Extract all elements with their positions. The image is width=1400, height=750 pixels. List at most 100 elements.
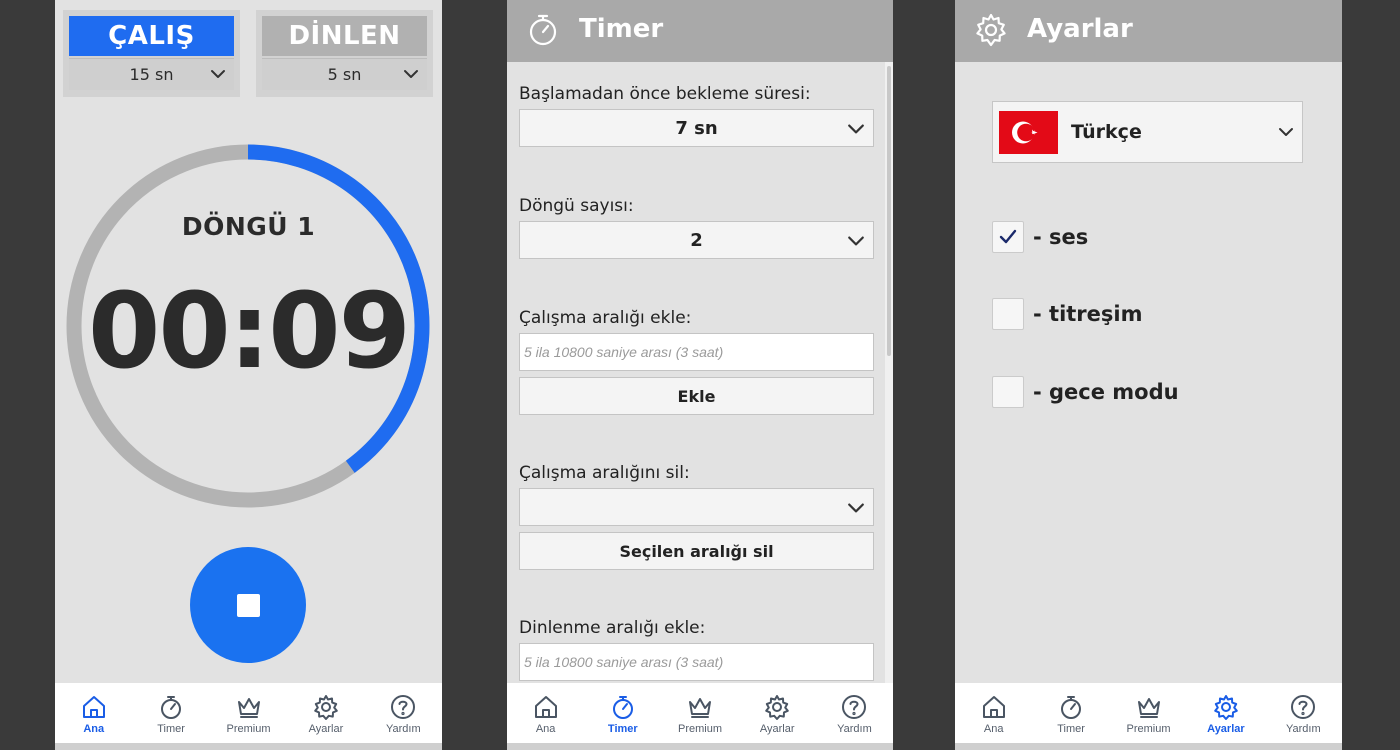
- bottom-bar: [55, 743, 442, 750]
- remove-work-select[interactable]: [519, 488, 874, 526]
- option-label: - titreşim: [1033, 302, 1143, 326]
- countdown-time: 00:09: [87, 270, 411, 392]
- option-row[interactable]: - ses: [992, 221, 1088, 253]
- help-icon: [842, 695, 867, 719]
- nav-label: Yardım: [1286, 723, 1321, 735]
- chevron-down-icon: [211, 70, 225, 78]
- scrollbar-thumb[interactable]: [887, 66, 891, 356]
- nav-item-help[interactable]: Yardım: [1265, 683, 1342, 743]
- bottom-bar: [507, 743, 893, 750]
- stopwatch-icon: [529, 14, 557, 46]
- nav-item-help[interactable]: Yardım: [816, 683, 893, 743]
- nav-label: Ayarlar: [759, 723, 795, 735]
- nav-item-crown[interactable]: Premium: [210, 683, 287, 743]
- main-screen: ÇALIŞ 15 sn DİNLEN 5 sn DÖNGÜ 1 00:09 An…: [55, 0, 442, 750]
- cycle-count-select[interactable]: 2: [519, 221, 874, 259]
- work-duration-select[interactable]: 15 sn: [69, 58, 234, 90]
- page-title: Timer: [579, 14, 664, 44]
- rest-duration-select[interactable]: 5 sn: [262, 58, 427, 90]
- add-work-label: Çalışma aralığı ekle:: [519, 308, 692, 328]
- option-checkbox[interactable]: [992, 221, 1024, 253]
- option-row[interactable]: - titreşim: [992, 298, 1142, 330]
- work-mode-button[interactable]: ÇALIŞ: [69, 16, 234, 56]
- language-name: Türkçe: [1071, 121, 1142, 143]
- gear-icon: [765, 695, 790, 720]
- add-rest-input[interactable]: [519, 643, 874, 681]
- nav-item-gear[interactable]: Ayarlar: [1187, 683, 1264, 743]
- rest-card: DİNLEN 5 sn: [256, 10, 433, 97]
- stopwatch-icon: [161, 696, 182, 719]
- help-icon: [391, 695, 416, 719]
- check-icon: [999, 229, 1017, 244]
- chevron-down-icon: [404, 70, 418, 78]
- crown-icon: [689, 698, 711, 718]
- gear-icon: [1214, 695, 1238, 720]
- nav-label: Timer: [157, 723, 185, 735]
- language-select[interactable]: Türkçe: [992, 101, 1303, 163]
- home-icon: [82, 696, 105, 718]
- page-title: Ayarlar: [1027, 14, 1133, 44]
- bottom-nav: Ana Timer Premium Ayarlar Yardım: [55, 683, 442, 743]
- timer-header: Timer: [507, 0, 893, 62]
- nav-label: Yardım: [837, 723, 872, 735]
- add-button[interactable]: Ekle: [519, 377, 874, 415]
- nav-item-stopwatch[interactable]: Timer: [132, 683, 209, 743]
- bottom-nav: Ana Timer Premium Ayarlar Yardım: [955, 683, 1342, 743]
- gear-icon: [976, 13, 1006, 47]
- work-card: ÇALIŞ 15 sn: [63, 10, 240, 97]
- add-rest-label: Dinlenme aralığı ekle:: [519, 618, 706, 638]
- nav-item-crown[interactable]: Premium: [1110, 683, 1187, 743]
- rest-duration-value: 5 sn: [327, 65, 362, 84]
- chevron-down-icon: [848, 124, 864, 134]
- chevron-down-icon: [1279, 128, 1293, 136]
- nav-label: Yardım: [386, 723, 421, 735]
- nav-item-crown[interactable]: Premium: [661, 683, 738, 743]
- nav-item-gear[interactable]: Ayarlar: [287, 683, 364, 743]
- bottom-nav: Ana Timer Premium Ayarlar Yardım: [507, 683, 893, 743]
- nav-item-home[interactable]: Ana: [55, 683, 132, 743]
- settings-screen: Ayarlar Türkçe - ses - titreşim - gece mod…: [955, 0, 1342, 750]
- turkey-flag-icon: [999, 111, 1058, 154]
- bottom-bar: [955, 743, 1342, 750]
- wait-time-select[interactable]: 7 sn: [519, 109, 874, 147]
- nav-label: Ana: [83, 723, 105, 735]
- add-work-input[interactable]: [519, 333, 874, 371]
- nav-item-stopwatch[interactable]: Timer: [1032, 683, 1109, 743]
- nav-item-home[interactable]: Ana: [955, 683, 1032, 743]
- nav-item-gear[interactable]: Ayarlar: [739, 683, 816, 743]
- option-checkbox[interactable]: [992, 298, 1024, 330]
- nav-label: Ayarlar: [308, 723, 344, 735]
- home-icon: [534, 696, 557, 718]
- nav-label: Premium: [226, 723, 271, 735]
- stopwatch-icon: [612, 696, 633, 719]
- nav-label: Ana: [983, 723, 1004, 735]
- nav-label: Premium: [678, 723, 723, 735]
- rest-mode-button[interactable]: DİNLEN: [262, 16, 427, 56]
- nav-item-home[interactable]: Ana: [507, 683, 584, 743]
- remove-selected-button[interactable]: Seçilen aralığı sil: [519, 532, 874, 570]
- wait-time-label: Başlamadan önce bekleme süresi:: [519, 84, 811, 104]
- help-icon: [1291, 695, 1316, 719]
- stop-button[interactable]: [190, 547, 306, 663]
- chevron-down-icon: [848, 236, 864, 246]
- nav-item-help[interactable]: Yardım: [365, 683, 442, 743]
- crown-icon: [1137, 698, 1160, 718]
- option-label: - gece modu: [1033, 380, 1179, 404]
- nav-item-stopwatch[interactable]: Timer: [584, 683, 661, 743]
- cycle-label: DÖNGÜ 1: [181, 212, 316, 241]
- nav-label: Ana: [535, 723, 556, 735]
- settings-header: Ayarlar: [955, 0, 1342, 62]
- home-icon: [982, 696, 1005, 718]
- chevron-down-icon: [848, 503, 864, 513]
- crown-icon: [237, 698, 260, 718]
- option-row[interactable]: - gece modu: [992, 376, 1179, 408]
- wait-time-value: 7 sn: [675, 117, 718, 139]
- timer-screen: Timer Başlamadan önce bekleme süresi: 7 …: [507, 0, 893, 750]
- cycle-count-value: 2: [690, 229, 703, 251]
- scrollbar[interactable]: [885, 62, 893, 683]
- option-checkbox[interactable]: [992, 376, 1024, 408]
- nav-label: Timer: [607, 723, 638, 735]
- nav-label: Timer: [1057, 723, 1085, 735]
- remove-work-label: Çalışma aralığını sil:: [519, 463, 690, 483]
- option-label: - ses: [1033, 225, 1089, 249]
